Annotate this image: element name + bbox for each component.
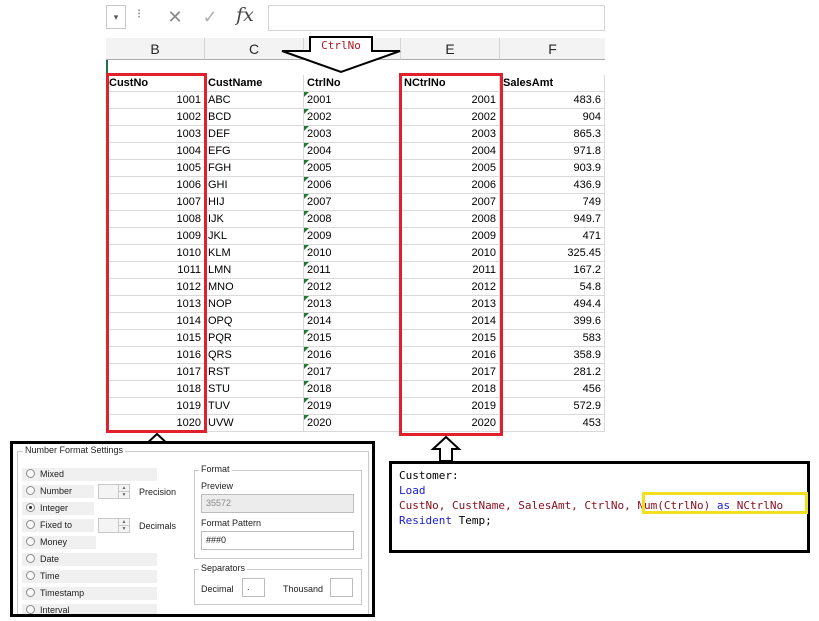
radio-date-label: Date	[40, 554, 60, 564]
radio-money-label: Money	[40, 537, 68, 547]
number-format-title: Number Format Settings	[23, 445, 126, 455]
precision-spinner[interactable]: ▲ ▼	[98, 484, 130, 499]
decimals-label: Decimals	[139, 521, 177, 531]
decimal-separator-label: Decimal	[201, 584, 234, 594]
radio-fixed-to[interactable]: Fixed to	[22, 519, 94, 532]
preview-field: 35572	[201, 494, 354, 513]
radio-money[interactable]: Money	[22, 536, 96, 549]
radio-timestamp-label: Timestamp	[40, 588, 85, 598]
number-format-dialog: Number Format Settings Mixed Number Inte…	[10, 441, 375, 617]
thousand-separator-input[interactable]	[330, 578, 353, 597]
decimal-separator-input[interactable]: .	[242, 578, 265, 597]
decimals-spinner[interactable]: ▲ ▼	[98, 518, 130, 533]
script-line-load: Load	[399, 484, 426, 497]
radio-number[interactable]: Number	[22, 485, 94, 498]
script-resident-keyword: Resident	[399, 514, 452, 527]
format-group-title: Format	[199, 464, 232, 474]
script-line-resident: Resident Temp;	[399, 514, 492, 527]
format-pattern-input[interactable]: ###0	[201, 531, 354, 550]
radio-time-label: Time	[40, 571, 60, 581]
precision-label: Precision	[139, 487, 177, 497]
radio-timestamp[interactable]: Timestamp	[22, 587, 157, 600]
radio-integer[interactable]: Integer	[22, 502, 94, 515]
script-table-name: Temp;	[451, 514, 492, 527]
num-function-highlight	[642, 492, 808, 514]
radio-mixed-label: Mixed	[40, 469, 65, 479]
thousand-separator-label: Thousand	[283, 584, 324, 594]
radio-mixed[interactable]: Mixed	[22, 468, 157, 481]
radio-interval[interactable]: Interval	[22, 604, 157, 615]
separators-group-title: Separators	[199, 563, 248, 573]
radio-number-label: Number	[40, 486, 73, 496]
radio-interval-label: Interval	[40, 605, 70, 615]
radio-integer-label: Integer	[40, 503, 69, 513]
preview-label: Preview	[201, 481, 234, 491]
script-line-table-label: Customer:	[399, 469, 459, 482]
script-field-list: CustNo, CustName, SalesAmt, CtrlNo,	[399, 499, 638, 512]
radio-date[interactable]: Date	[22, 553, 157, 566]
right-up-arrow-icon	[430, 435, 462, 462]
format-pattern-label: Format Pattern	[201, 518, 262, 528]
radio-fixed-to-label: Fixed to	[40, 520, 73, 530]
radio-time[interactable]: Time	[22, 570, 157, 583]
